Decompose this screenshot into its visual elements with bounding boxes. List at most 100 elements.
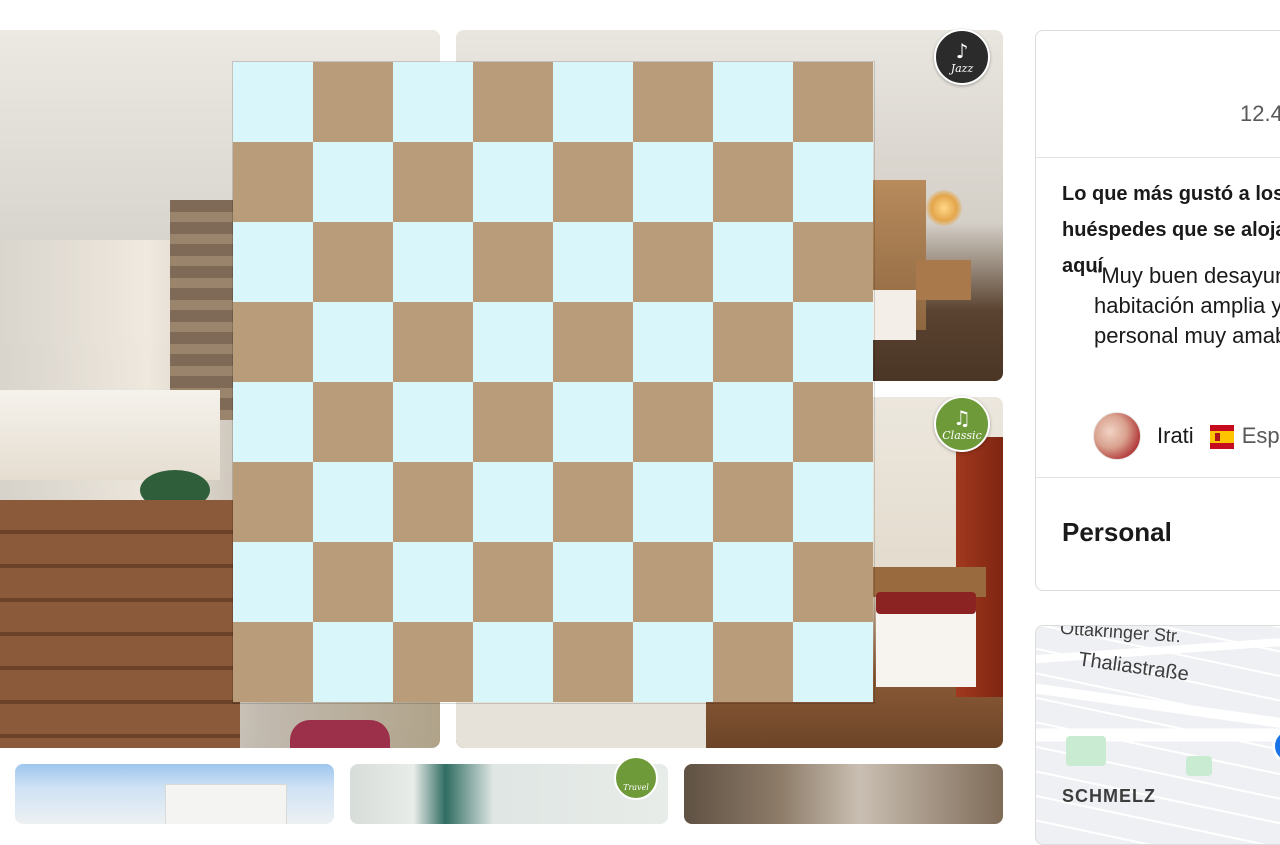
- chessboard-square[interactable]: [313, 302, 393, 382]
- chessboard-square[interactable]: [713, 62, 793, 142]
- reviewer-name: Irati: [1157, 423, 1194, 448]
- chessboard-square[interactable]: [713, 622, 793, 702]
- jazz-theme-badge: ♪ Jazz: [934, 29, 990, 85]
- review-card: 12.4 Lo que más gustó a los huéspedes qu…: [1035, 30, 1280, 591]
- chessboard-square[interactable]: [393, 62, 473, 142]
- chessboard-square[interactable]: [553, 622, 633, 702]
- saxophone-icon: ♪: [955, 39, 969, 63]
- jazz-badge-label: Jazz: [950, 62, 974, 75]
- chessboard-square[interactable]: [393, 142, 473, 222]
- chessboard-square[interactable]: [233, 382, 313, 462]
- chessboard-square[interactable]: [393, 302, 473, 382]
- chessboard-square[interactable]: [313, 142, 393, 222]
- map-park: [1066, 736, 1106, 766]
- lobby-cushion: [290, 720, 390, 748]
- chessboard-square[interactable]: [313, 462, 393, 542]
- room1-lamp: [926, 190, 962, 226]
- chessboard-square[interactable]: [313, 222, 393, 302]
- chessboard-square[interactable]: [553, 62, 633, 142]
- chessboard-square[interactable]: [473, 222, 553, 302]
- review-divider-top: [1036, 157, 1280, 158]
- chessboard-square[interactable]: [393, 462, 473, 542]
- chessboard-square[interactable]: [313, 542, 393, 622]
- chessboard-square[interactable]: [233, 62, 313, 142]
- chessboard-square[interactable]: [473, 542, 553, 622]
- chessboard-square[interactable]: [473, 382, 553, 462]
- chessboard-square[interactable]: [553, 382, 633, 462]
- chessboard-square[interactable]: [553, 542, 633, 622]
- review-score: 12.4: [1240, 101, 1280, 126]
- travel-badge-label: Travel: [623, 783, 649, 792]
- chessboard-square[interactable]: [713, 142, 793, 222]
- lobby-reception-counter: [0, 390, 220, 480]
- chessboard-square[interactable]: [553, 222, 633, 302]
- chessboard-square[interactable]: [633, 62, 713, 142]
- chessboard-square[interactable]: [313, 622, 393, 702]
- travel-theme-badge: Travel: [614, 756, 658, 800]
- chessboard-square[interactable]: [633, 382, 713, 462]
- classic-badge-label: Classic: [942, 429, 982, 442]
- chessboard-square[interactable]: [633, 222, 713, 302]
- classic-theme-badge: ♫ Classic: [934, 396, 990, 452]
- chessboard-square[interactable]: [473, 62, 553, 142]
- chessboard-square[interactable]: [553, 142, 633, 222]
- hotel-thumbnail-bathroom[interactable]: [684, 764, 1003, 824]
- chessboard-square[interactable]: [633, 142, 713, 222]
- chessboard-square[interactable]: [713, 542, 793, 622]
- chessboard-square[interactable]: [793, 542, 873, 622]
- chessboard-square[interactable]: [313, 62, 393, 142]
- chessboard-square[interactable]: [633, 302, 713, 382]
- chessboard-square[interactable]: [553, 462, 633, 542]
- chessboard-square[interactable]: [793, 302, 873, 382]
- chessboard-square[interactable]: [393, 542, 473, 622]
- room2-floor: [456, 697, 706, 748]
- location-map[interactable]: Ottakringer Str. Thaliastraße SCHMELZ: [1035, 625, 1280, 845]
- map-park: [1186, 756, 1212, 776]
- room2-pillow: [876, 592, 976, 614]
- map-road: [1036, 680, 1280, 742]
- chessboard-square[interactable]: [233, 622, 313, 702]
- room1-nightstand: [916, 260, 971, 300]
- reviewer-info: Irati España: [1093, 412, 1280, 460]
- chessboard-square[interactable]: [473, 462, 553, 542]
- chessboard-square[interactable]: [473, 622, 553, 702]
- chessboard-square[interactable]: [713, 302, 793, 382]
- chessboard-square[interactable]: [233, 302, 313, 382]
- chessboard-square[interactable]: [233, 222, 313, 302]
- gramophone-icon: ♫: [953, 406, 971, 430]
- personal-rating-heading[interactable]: Personal: [1062, 517, 1172, 548]
- hotel-thumbnail-exterior[interactable]: [15, 764, 334, 824]
- chessboard-square[interactable]: [713, 382, 793, 462]
- spain-flag-icon: [1209, 425, 1234, 449]
- chessboard-square[interactable]: [793, 622, 873, 702]
- chessboard-square[interactable]: [233, 462, 313, 542]
- chessboard-square[interactable]: [473, 142, 553, 222]
- chessboard-square[interactable]: [633, 462, 713, 542]
- chessboard-square[interactable]: [713, 462, 793, 542]
- map-street-label: Ottakringer Str.: [1059, 625, 1182, 647]
- chessboard-square[interactable]: [633, 622, 713, 702]
- chessboard-square[interactable]: [313, 382, 393, 462]
- map-location-pin-icon[interactable]: [1272, 728, 1280, 764]
- lobby-staircase: [0, 500, 240, 748]
- chessboard-square[interactable]: [553, 302, 633, 382]
- chessboard-square[interactable]: [793, 222, 873, 302]
- avatar: [1093, 412, 1141, 460]
- reviewer-country: España: [1241, 423, 1280, 448]
- chessboard-square[interactable]: [393, 622, 473, 702]
- chessboard-overlay[interactable]: [233, 62, 874, 703]
- chessboard-square[interactable]: [233, 542, 313, 622]
- chessboard-square[interactable]: [713, 222, 793, 302]
- chessboard-square[interactable]: [233, 142, 313, 222]
- review-divider-bottom: [1036, 477, 1280, 478]
- chessboard-square[interactable]: [793, 62, 873, 142]
- chessboard-square[interactable]: [393, 382, 473, 462]
- chessboard-square[interactable]: [793, 382, 873, 462]
- review-quote: “Muy buen desayuno, habitación amplia y …: [1094, 263, 1280, 348]
- chessboard-square[interactable]: [393, 222, 473, 302]
- map-district-label: SCHMELZ: [1062, 786, 1156, 806]
- chessboard-square[interactable]: [793, 462, 873, 542]
- chessboard-square[interactable]: [473, 302, 553, 382]
- chessboard-square[interactable]: [793, 142, 873, 222]
- chessboard-square[interactable]: [633, 542, 713, 622]
